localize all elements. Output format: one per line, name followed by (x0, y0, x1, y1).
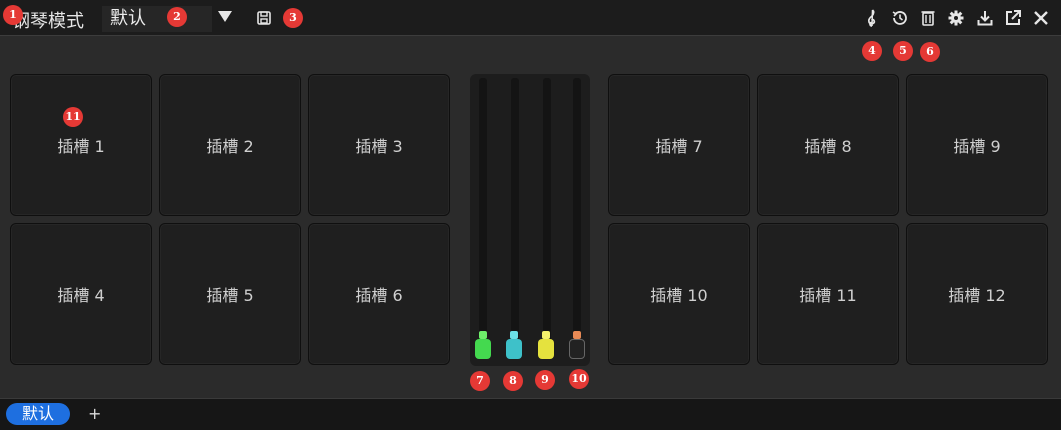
fader-knob-yellow[interactable] (538, 331, 554, 359)
slot-4[interactable]: 插槽 4 (10, 223, 152, 365)
history-icon[interactable] (890, 8, 910, 28)
annotation-badge: 2 (167, 7, 187, 27)
mixer-panel (470, 74, 590, 366)
add-tab-button[interactable]: + (88, 404, 101, 423)
gear-icon[interactable] (946, 8, 966, 28)
slot-label: 插槽 1 (57, 137, 105, 156)
slot-1[interactable]: 插槽 1 (10, 74, 152, 216)
annotation-badge: 8 (503, 371, 523, 391)
fader-track (573, 78, 581, 358)
close-icon[interactable] (1031, 8, 1051, 28)
annotation-badge: 5 (893, 41, 913, 61)
slot-9[interactable]: 插槽 9 (906, 74, 1048, 216)
annotation-badge: 6 (920, 42, 940, 62)
fader-track (511, 78, 519, 358)
annotation-badge: 10 (569, 369, 589, 389)
annotation-badge: 9 (535, 370, 555, 390)
annotation-badge: 11 (63, 107, 83, 127)
tab-bar: 默认 + (0, 398, 1061, 430)
annotation-badge: 7 (470, 371, 490, 391)
treble-clef-icon[interactable] (862, 8, 882, 28)
slot-label: 插槽 2 (206, 137, 254, 156)
save-icon[interactable] (254, 8, 274, 28)
title-bar: 钢琴模式 默认 (0, 0, 1061, 36)
slot-2[interactable]: 插槽 2 (159, 74, 301, 216)
slot-label: 插槽 6 (355, 286, 403, 305)
slot-8[interactable]: 插槽 8 (757, 74, 899, 216)
slot-label: 插槽 8 (804, 137, 852, 156)
fader-knob-green[interactable] (475, 331, 491, 359)
slot-label: 插槽 7 (655, 137, 703, 156)
slot-label: 插槽 10 (650, 286, 708, 305)
chevron-down-icon[interactable] (218, 11, 232, 22)
app-title: 钢琴模式 (12, 11, 84, 32)
slot-5[interactable]: 插槽 5 (159, 223, 301, 365)
slot-6[interactable]: 插槽 6 (308, 223, 450, 365)
tab-default[interactable]: 默认 (6, 403, 70, 425)
slot-3[interactable]: 插槽 3 (308, 74, 450, 216)
fader-knob-cyan[interactable] (506, 331, 522, 359)
slot-7[interactable]: 插槽 7 (608, 74, 750, 216)
slot-11[interactable]: 插槽 11 (757, 223, 899, 365)
slot-label: 插槽 5 (206, 286, 254, 305)
slot-label: 插槽 9 (953, 137, 1001, 156)
external-link-icon[interactable] (1003, 8, 1023, 28)
slot-label: 插槽 3 (355, 137, 403, 156)
annotation-badge: 4 (862, 41, 882, 61)
fader-track (479, 78, 487, 358)
annotation-badge: 3 (283, 8, 303, 28)
slot-label: 插槽 4 (57, 286, 105, 305)
annotation-badge: 1 (3, 5, 23, 25)
slot-label: 插槽 11 (799, 286, 857, 305)
slot-label: 插槽 12 (948, 286, 1006, 305)
preset-select[interactable]: 默认 (102, 6, 212, 32)
trash-icon[interactable] (918, 8, 938, 28)
preset-select-value: 默认 (110, 8, 146, 29)
slot-10[interactable]: 插槽 10 (608, 223, 750, 365)
fader-track (543, 78, 551, 358)
slot-12[interactable]: 插槽 12 (906, 223, 1048, 365)
fader-knob-black[interactable] (569, 331, 585, 359)
download-icon[interactable] (975, 8, 995, 28)
